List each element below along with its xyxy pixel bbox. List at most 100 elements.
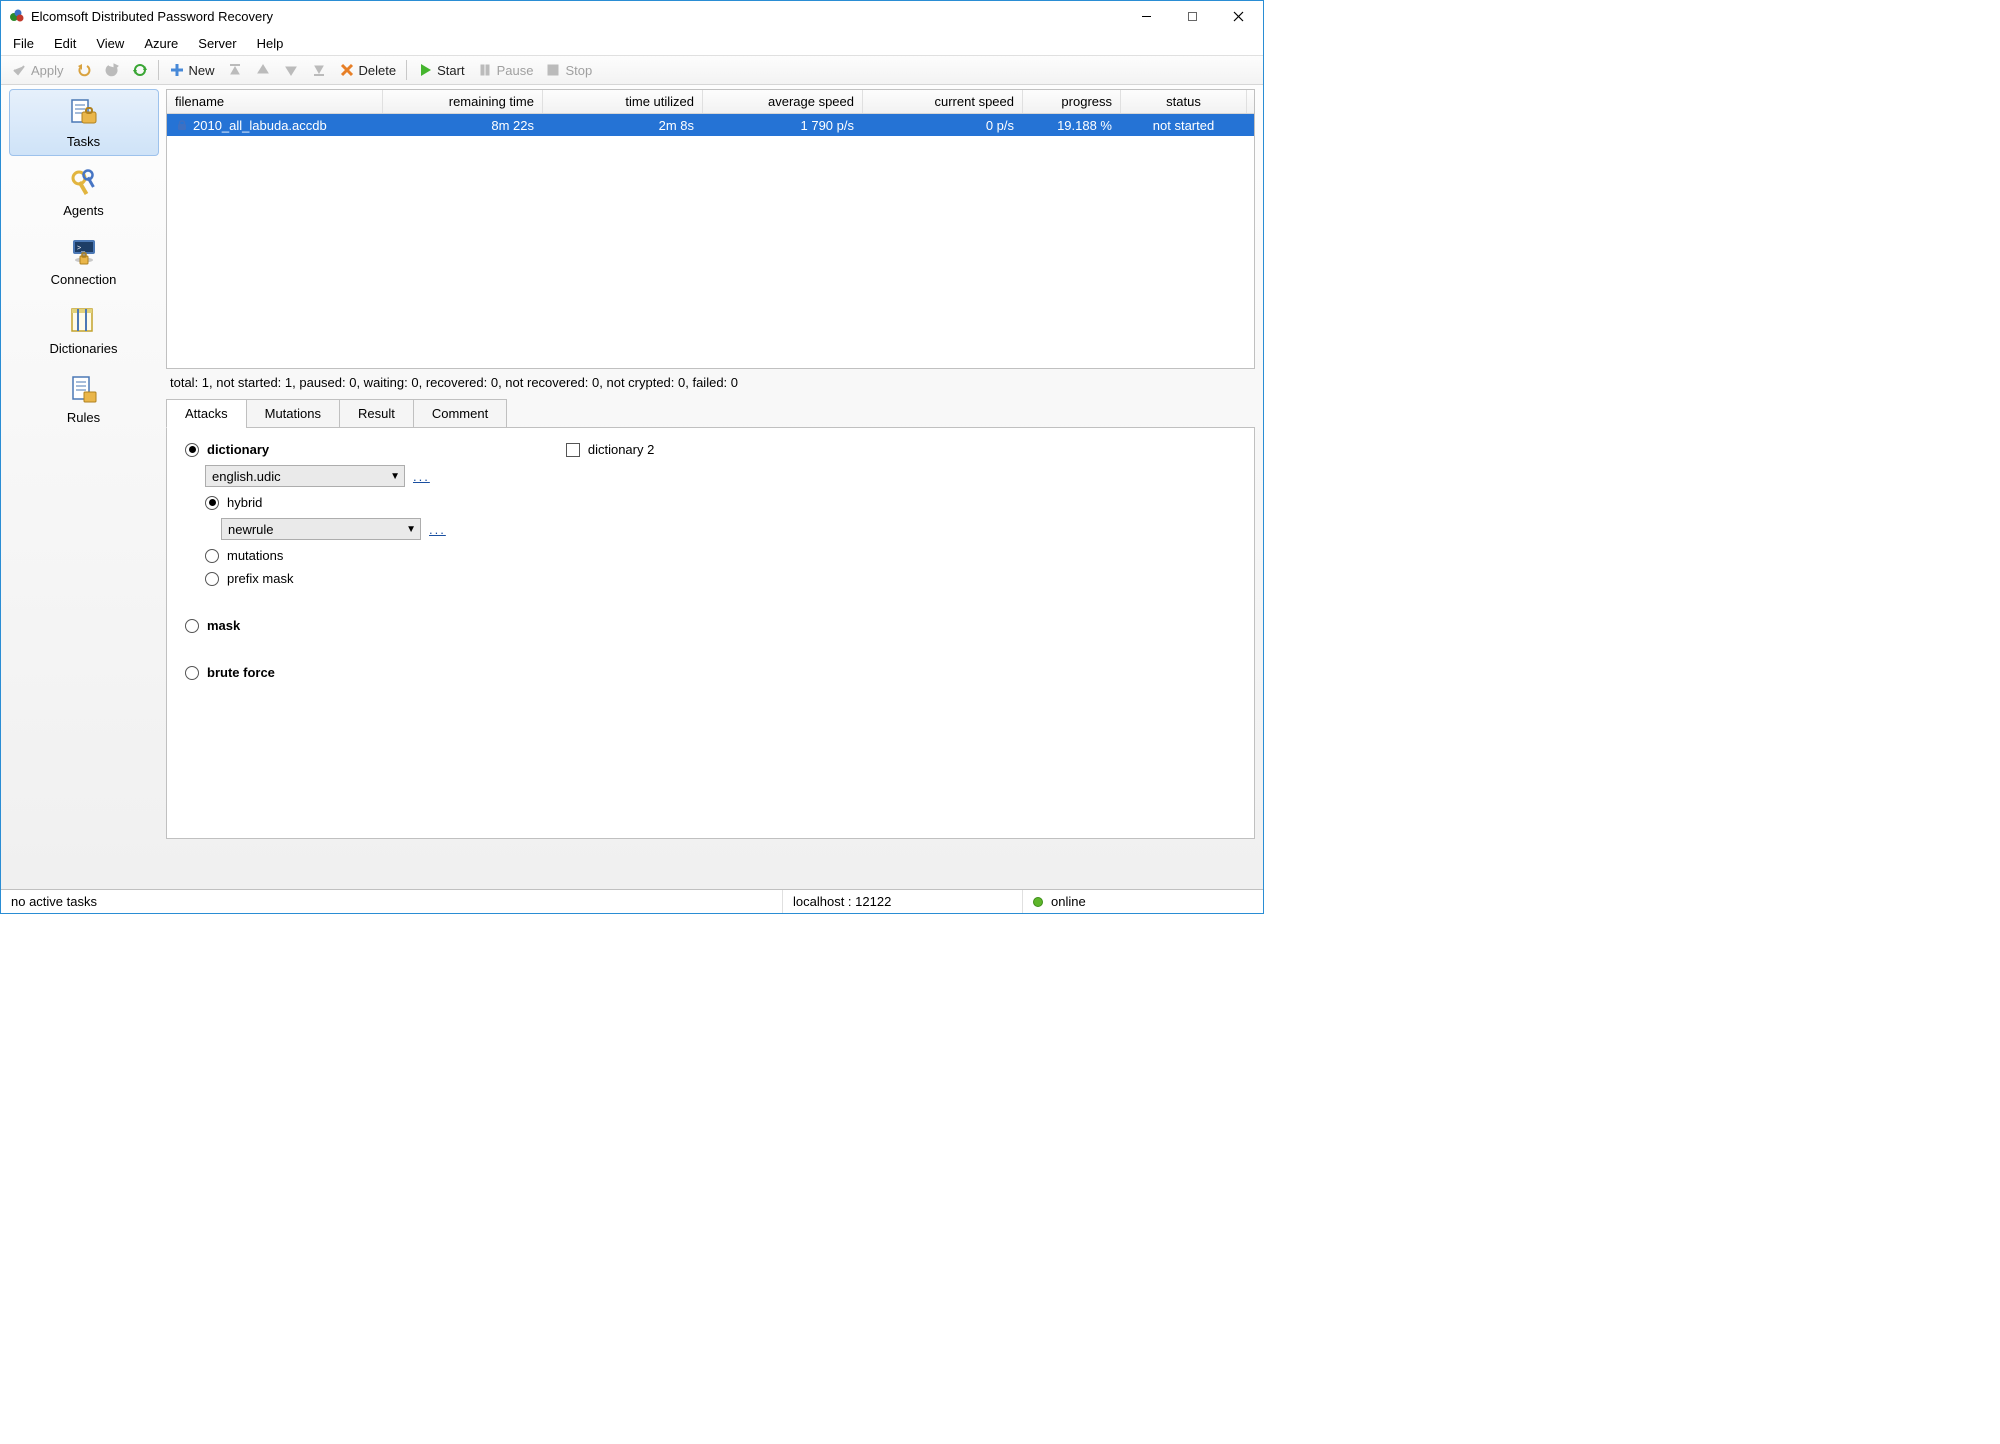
col-filename[interactable]: filename	[167, 90, 383, 113]
sidebar-item-dictionaries[interactable]: Dictionaries	[9, 296, 159, 363]
tab-mutations[interactable]: Mutations	[246, 399, 340, 428]
pause-button[interactable]: Pause	[471, 60, 540, 80]
radio-brute-force[interactable]	[185, 666, 199, 680]
stop-button[interactable]: Stop	[539, 60, 598, 80]
plus-icon	[169, 62, 185, 78]
check-icon	[11, 62, 27, 78]
col-remaining[interactable]: remaining time	[383, 90, 543, 113]
play-icon	[417, 62, 433, 78]
hybrid-select-value: newrule	[228, 522, 274, 537]
sidebar: Tasks Agents >_ Connection Dictionaries …	[1, 85, 166, 889]
col-curspeed[interactable]: current speed	[863, 90, 1023, 113]
cell-avgspeed: 1 790 p/s	[703, 114, 863, 137]
apply-label: Apply	[31, 63, 64, 78]
radio-mutations-label: mutations	[227, 548, 283, 563]
checkbox-dictionary-2[interactable]	[566, 443, 580, 457]
radio-dictionary[interactable]	[185, 443, 199, 457]
menu-file[interactable]: File	[3, 33, 44, 54]
cell-status: not started	[1121, 114, 1247, 137]
move-top-button[interactable]	[221, 60, 249, 80]
radio-hybrid[interactable]	[205, 496, 219, 510]
sidebar-item-rules[interactable]: Rules	[9, 365, 159, 432]
sidebar-label: Dictionaries	[50, 341, 118, 356]
redo-button[interactable]	[98, 60, 126, 80]
table-row[interactable]: 2010_all_labuda.accdb 8m 22s 2m 8s 1 790…	[167, 114, 1254, 136]
status-left: no active tasks	[1, 890, 783, 913]
tab-result[interactable]: Result	[339, 399, 414, 428]
cell-progress: 19.188 %	[1023, 114, 1121, 137]
app-icon	[9, 8, 25, 24]
cell-curspeed: 0 p/s	[863, 114, 1023, 137]
refresh-icon	[132, 62, 148, 78]
dictionary-browse[interactable]: ...	[413, 469, 430, 484]
undo-button[interactable]	[70, 60, 98, 80]
tasks-icon	[68, 98, 100, 130]
col-avgspeed[interactable]: average speed	[703, 90, 863, 113]
pause-icon	[477, 62, 493, 78]
toolbar-separator	[406, 60, 407, 80]
delete-icon	[339, 62, 355, 78]
radio-prefix-mask-label: prefix mask	[227, 571, 293, 586]
tab-attacks[interactable]: Attacks	[166, 399, 247, 428]
radio-hybrid-label: hybrid	[227, 495, 262, 510]
toolbar-separator	[158, 60, 159, 80]
online-dot-icon	[1033, 897, 1043, 907]
arrow-top-icon	[227, 62, 243, 78]
move-bottom-button[interactable]	[305, 60, 333, 80]
stop-label: Stop	[565, 63, 592, 78]
tabs: Attacks Mutations Result Comment diction…	[166, 398, 1255, 839]
radio-mask-label: mask	[207, 618, 240, 633]
main-area: Tasks Agents >_ Connection Dictionaries …	[1, 85, 1263, 889]
move-up-button[interactable]	[249, 60, 277, 80]
content: filename remaining time time utilized av…	[166, 85, 1263, 889]
cell-utilized: 2m 8s	[543, 114, 703, 137]
toolbar: Apply New Delete Start Pause Stop	[1, 55, 1263, 85]
col-utilized[interactable]: time utilized	[543, 90, 703, 113]
new-label: New	[189, 63, 215, 78]
close-button[interactable]	[1215, 2, 1261, 30]
tasks-table: filename remaining time time utilized av…	[166, 89, 1255, 369]
delete-button[interactable]: Delete	[333, 60, 403, 80]
titlebar: Elcomsoft Distributed Password Recovery	[1, 1, 1263, 31]
menu-edit[interactable]: Edit	[44, 33, 86, 54]
tab-comment[interactable]: Comment	[413, 399, 507, 428]
pause-label: Pause	[497, 63, 534, 78]
apply-button[interactable]: Apply	[5, 60, 70, 80]
radio-mutations[interactable]	[205, 549, 219, 563]
agents-icon	[68, 167, 100, 199]
arrow-down-icon	[283, 62, 299, 78]
move-down-button[interactable]	[277, 60, 305, 80]
hybrid-select[interactable]: newrule ▼	[221, 518, 421, 540]
radio-prefix-mask[interactable]	[205, 572, 219, 586]
sidebar-label: Rules	[67, 410, 100, 425]
arrow-up-icon	[255, 62, 271, 78]
stats-line: total: 1, not started: 1, paused: 0, wai…	[166, 369, 1255, 398]
checkbox-dictionary-2-label: dictionary 2	[588, 442, 654, 457]
maximize-button[interactable]	[1169, 2, 1215, 30]
minimize-button[interactable]	[1123, 2, 1169, 30]
radio-dictionary-label: dictionary	[207, 442, 269, 457]
radio-mask[interactable]	[185, 619, 199, 633]
new-button[interactable]: New	[163, 60, 221, 80]
refresh-button[interactable]	[126, 60, 154, 80]
col-progress[interactable]: progress	[1023, 90, 1121, 113]
tab-strip: Attacks Mutations Result Comment	[166, 398, 1255, 427]
start-label: Start	[437, 63, 464, 78]
table-body[interactable]: 2010_all_labuda.accdb 8m 22s 2m 8s 1 790…	[167, 114, 1254, 368]
attacks-panel: dictionary english.udic ▼ ... hybrid	[166, 427, 1255, 839]
chevron-down-icon: ▼	[390, 471, 400, 482]
menu-server[interactable]: Server	[188, 33, 246, 54]
sidebar-item-connection[interactable]: >_ Connection	[9, 227, 159, 294]
hybrid-browse[interactable]: ...	[429, 522, 446, 537]
menu-azure[interactable]: Azure	[134, 33, 188, 54]
stop-icon	[545, 62, 561, 78]
col-status[interactable]: status	[1121, 90, 1247, 113]
sidebar-item-tasks[interactable]: Tasks	[9, 89, 159, 156]
menu-view[interactable]: View	[86, 33, 134, 54]
delete-label: Delete	[359, 63, 397, 78]
status-host: localhost : 12122	[783, 890, 1023, 913]
start-button[interactable]: Start	[411, 60, 470, 80]
sidebar-item-agents[interactable]: Agents	[9, 158, 159, 225]
menu-help[interactable]: Help	[247, 33, 294, 54]
dictionary-select[interactable]: english.udic ▼	[205, 465, 405, 487]
